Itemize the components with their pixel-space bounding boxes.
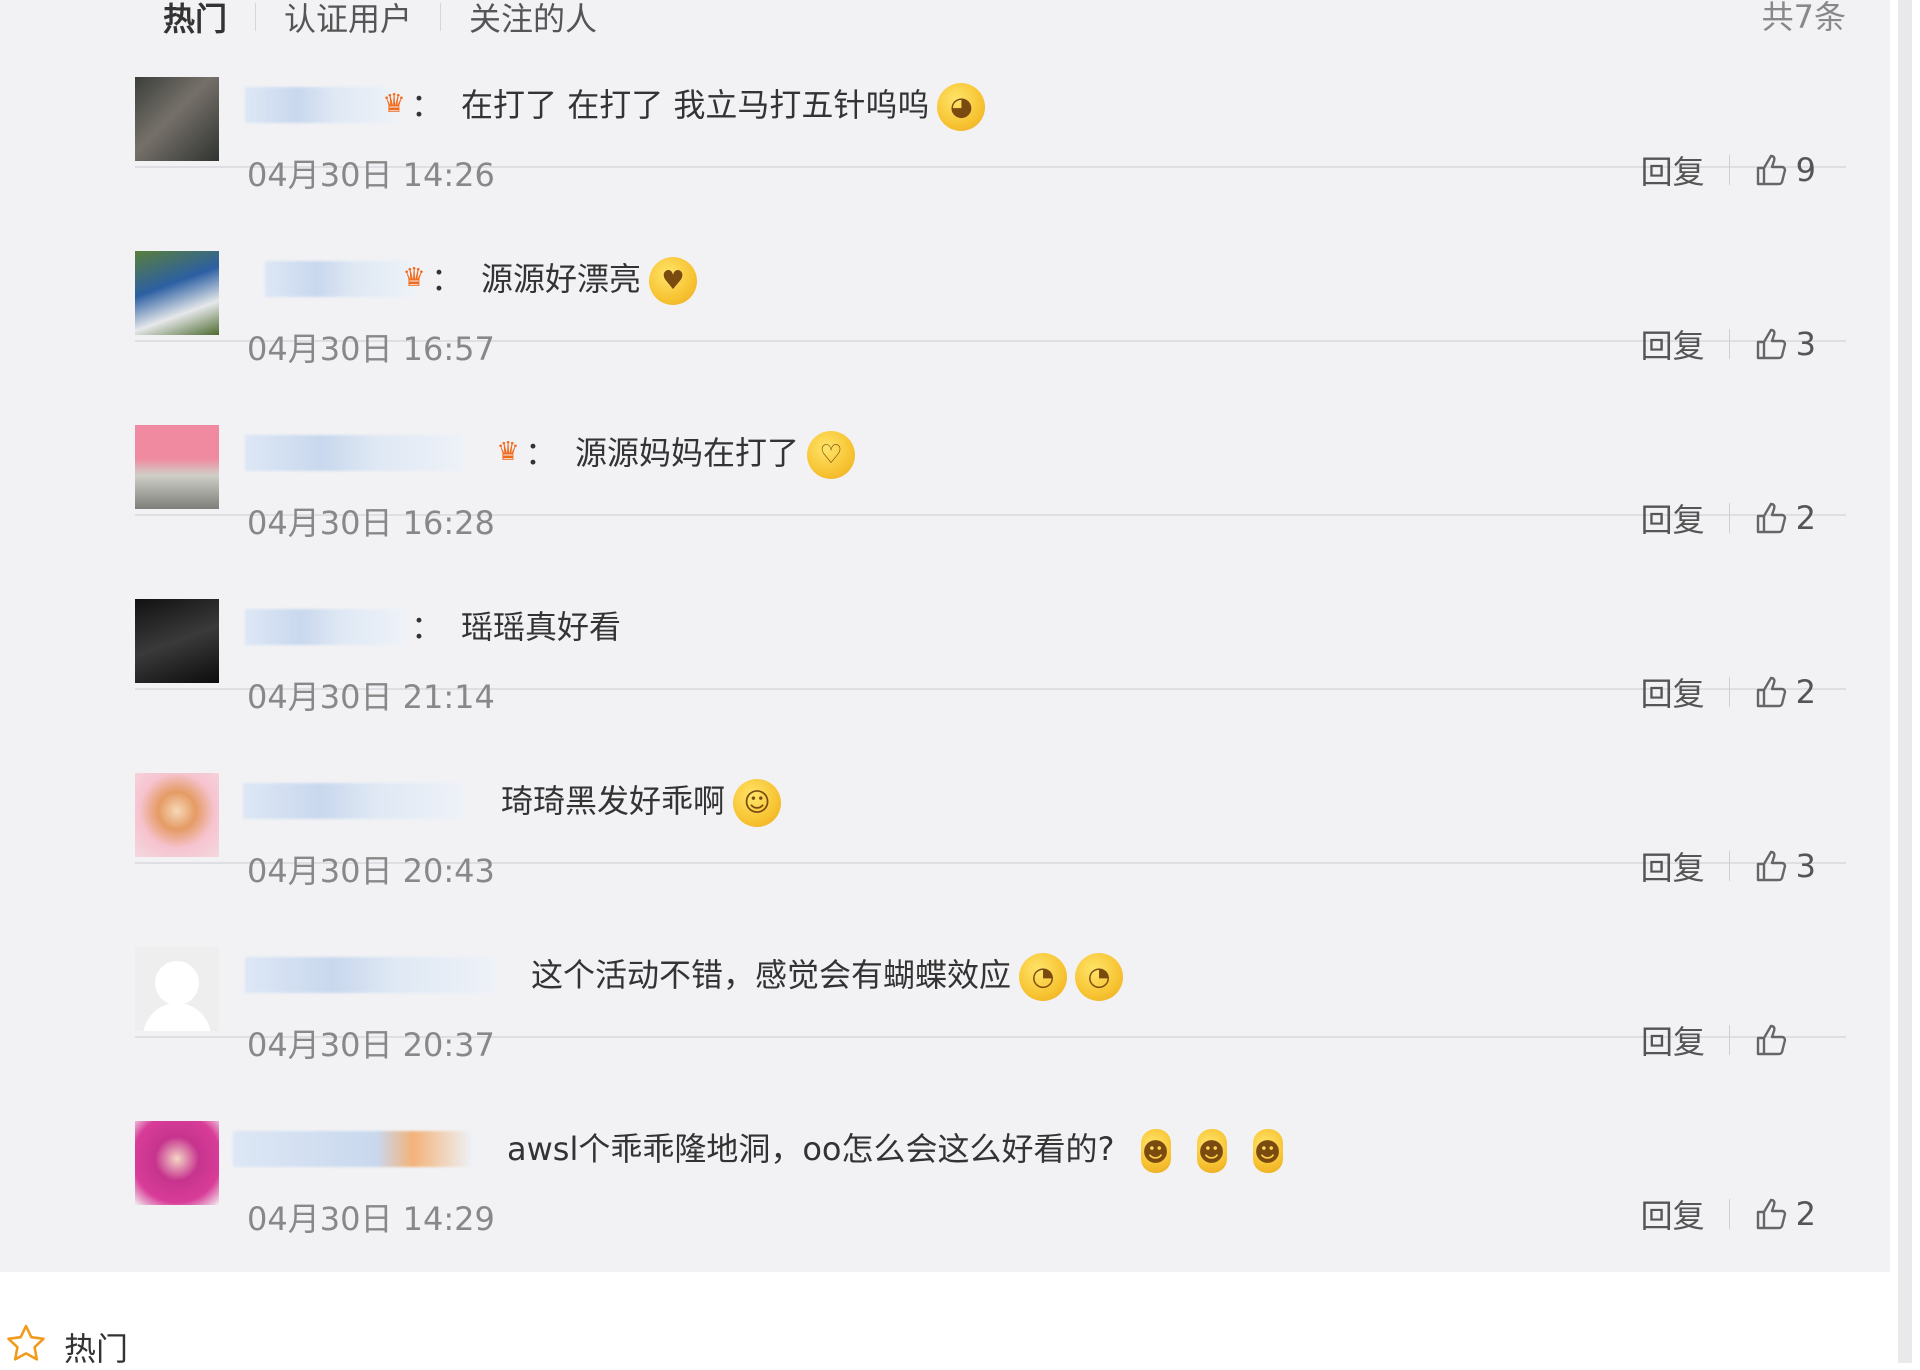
comment-text: awsl个乖乖隆地洞，oo怎么会这么好看的? ☻ ☻ ☻: [507, 1126, 1283, 1173]
username-blurred[interactable]: [265, 261, 415, 297]
comment-item: ♛ ：在打了 在打了 我立马打五针呜呜 ◕ 04月30日 14:26 回复 9: [135, 0, 1846, 194]
username-blurred[interactable]: [245, 87, 395, 123]
avatar[interactable]: [135, 1121, 219, 1205]
shy-doll-emoji-icon: ☻: [1196, 1129, 1227, 1173]
comment-text: 这个活动不错，感觉会有蝴蝶效应 ◔ ◔: [531, 952, 1124, 1001]
scrollbar-track[interactable]: [1890, 0, 1920, 1363]
username-blurred[interactable]: [243, 783, 463, 819]
action-divider: [1728, 1199, 1730, 1229]
bottom-section-header: 热门: [0, 1306, 1890, 1368]
avatar[interactable]: [135, 251, 219, 335]
kiss-emoji-icon: ♡: [807, 431, 856, 479]
username-blurred[interactable]: [245, 609, 405, 645]
default-avatar-icon: [155, 961, 199, 1005]
scrollbar[interactable]: [1898, 0, 1912, 1363]
comment-item: 这个活动不错，感觉会有蝴蝶效应 ◔ ◔ 04月30日 20:37 回复: [135, 862, 1846, 1064]
avatar[interactable]: [135, 77, 219, 161]
comment-text: ：在打了 在打了 我立马打五针呜呜 ◕: [411, 82, 986, 131]
comment-text: ：源源妈妈在打了 ♡: [525, 430, 856, 479]
crown-icon: ♛: [382, 89, 406, 119]
thumbs-up-icon: [1756, 1198, 1786, 1230]
comment-text: ：瑶瑶真好看: [411, 608, 622, 646]
comment-item: ：瑶瑶真好看 04月30日 21:14 回复 2: [135, 514, 1846, 716]
shy-doll-emoji-icon: ☻: [1252, 1129, 1283, 1173]
comment-item: awsl个乖乖隆地洞，oo怎么会这么好看的? ☻ ☻ ☻ 04月30日 14:29 回…: [135, 1036, 1846, 1238]
comment-item: ♛ ：源源好漂亮 ♥ 04月30日 16:57 回复 3: [135, 166, 1846, 368]
comment-item: ♛ ：源源妈妈在打了 ♡ 04月30日 16:28 回复 2: [135, 340, 1846, 542]
heart-eyes-emoji-icon: ♥: [649, 257, 698, 305]
reply-button[interactable]: 回复: [1641, 1191, 1705, 1237]
avatar[interactable]: [135, 425, 219, 509]
username-blurred[interactable]: [233, 1131, 473, 1167]
like-count: 2: [1795, 1195, 1816, 1233]
star-icon: [7, 1324, 45, 1361]
username-blurred[interactable]: [245, 435, 465, 471]
crown-icon: ♛: [402, 263, 426, 293]
comment-item: 琦琦黑发好乖啊 ☺ 04月30日 20:43 回复 3: [135, 688, 1846, 890]
crown-icon: ♛: [496, 437, 520, 467]
comment-text: ：源源好漂亮 ♥: [431, 256, 698, 305]
comment-text: 琦琦黑发好乖啊 ☺: [501, 778, 782, 827]
username-blurred[interactable]: [245, 957, 495, 993]
crying-emoji-icon: ◕: [937, 83, 986, 131]
avatar[interactable]: [135, 947, 219, 1031]
shy-doll-emoji-icon: ☻: [1140, 1129, 1171, 1173]
section-title-hot[interactable]: 热门: [64, 1324, 128, 1370]
comment-time: 04月30日 14:29: [247, 1200, 495, 1238]
doge-emoji-icon: ◔: [1019, 953, 1068, 1001]
avatar[interactable]: [135, 773, 219, 857]
default-avatar-body: [143, 1003, 211, 1031]
avatar[interactable]: [135, 599, 219, 683]
like-button[interactable]: 2: [1754, 1195, 1816, 1233]
comment-actions: 回复 2: [1641, 1191, 1816, 1237]
doge-emoji-icon: ◔: [1075, 953, 1124, 1001]
happy-emoji-icon: ☺: [733, 779, 782, 827]
